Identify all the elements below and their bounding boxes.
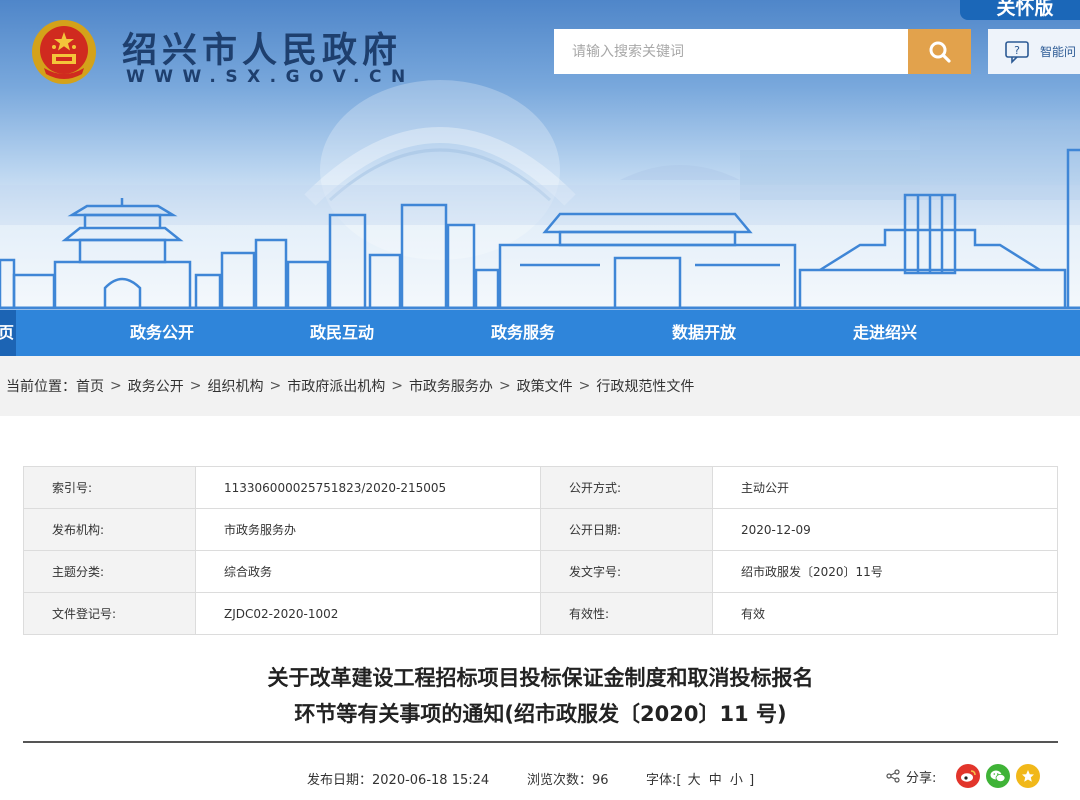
document-title-line-2: 环节等有关事项的通知(绍市政服发〔2020〕11 号) bbox=[294, 702, 787, 726]
index-number-value: 113306000025751823/2020-215005 bbox=[195, 466, 541, 509]
breadcrumb-separator: > bbox=[578, 378, 591, 394]
national-emblem bbox=[32, 20, 96, 84]
document-info-table: 索引号: 113306000025751823/2020-215005 公开方式… bbox=[23, 466, 1058, 635]
document-meta: 发布日期：2020-06-18 15:24 浏览次数：96 字体:[ 大 中 小… bbox=[0, 764, 1080, 790]
breadcrumb-separator: > bbox=[391, 378, 403, 394]
document-number-label: 发文字号: bbox=[540, 550, 713, 593]
nav-item-about-shaoxing[interactable]: 走进绍兴 bbox=[835, 310, 935, 356]
registration-number-value: ZJDC02-2020-1002 bbox=[195, 592, 541, 635]
view-count-label: 浏览次数： bbox=[527, 773, 593, 788]
registration-number-label: 文件登记号: bbox=[23, 592, 196, 635]
search-input[interactable] bbox=[554, 29, 908, 74]
star-icon bbox=[1022, 770, 1035, 782]
share-bar: 分享: bbox=[886, 764, 1041, 788]
disclosure-date-label: 公开日期: bbox=[540, 508, 713, 551]
font-size-medium[interactable]: 中 bbox=[709, 773, 722, 788]
view-count: 浏览次数：96 bbox=[527, 769, 609, 788]
share-icon bbox=[886, 769, 900, 783]
share-wechat-button[interactable] bbox=[986, 764, 1011, 788]
nav-item-open-data[interactable]: 数据开放 bbox=[654, 310, 754, 356]
svg-text:?: ? bbox=[1014, 44, 1020, 57]
publish-date-value: 2020-06-18 15:24 bbox=[372, 773, 490, 788]
nav-item-government-services[interactable]: 政务服务 bbox=[473, 310, 573, 356]
breadcrumb-separator: > bbox=[189, 378, 202, 394]
font-size-close: ] bbox=[749, 773, 755, 788]
document-title: 关于改革建设工程招标项目投标保证金制度和取消投标报名 环节等有关事项的通知(绍市… bbox=[23, 660, 1058, 732]
breadcrumb-separator: > bbox=[110, 378, 122, 394]
validity-value: 有效 bbox=[712, 592, 1058, 635]
breadcrumb-item-home[interactable]: 首页 bbox=[76, 376, 104, 396]
search-button[interactable] bbox=[908, 29, 971, 74]
share-label: 分享: bbox=[906, 770, 937, 786]
site-header: 绍兴市人民政府 WWW.SX.GOV.CN 关怀版 ? 智能问 bbox=[0, 0, 1080, 310]
topic-category-value: 综合政务 bbox=[195, 550, 541, 593]
wechat-icon bbox=[990, 770, 1006, 782]
font-size-label: 字体:[ bbox=[646, 773, 682, 788]
nav-item-home[interactable]: 页 bbox=[0, 310, 16, 356]
document-title-line-1: 关于改革建设工程招标项目投标保证金制度和取消投标报名 bbox=[267, 666, 814, 690]
view-count-value: 96 bbox=[592, 773, 609, 788]
site-title[interactable]: 绍兴市人民政府 bbox=[122, 22, 402, 73]
publisher-label: 发布机构: bbox=[23, 508, 196, 551]
breadcrumb-separator: > bbox=[498, 378, 511, 394]
index-number-label: 索引号: bbox=[23, 466, 196, 509]
nav-item-government-affairs[interactable]: 政务公开 bbox=[112, 310, 212, 356]
font-size-large[interactable]: 大 bbox=[688, 773, 701, 788]
chat-question-icon: ? bbox=[1005, 40, 1029, 64]
disclosure-method-label: 公开方式: bbox=[540, 466, 713, 509]
search-box bbox=[554, 29, 908, 74]
breadcrumb-item-normative-documents[interactable]: 行政规范性文件 bbox=[596, 376, 694, 396]
breadcrumb: 当前位置： 首页 > 政务公开 > 组织机构 > 市政府派出机构 > 市政务服务… bbox=[0, 356, 1080, 416]
care-mode-button[interactable]: 关怀版 bbox=[960, 0, 1080, 20]
breadcrumb-item-government-affairs[interactable]: 政务公开 bbox=[128, 376, 184, 396]
topic-category-label: 主题分类: bbox=[23, 550, 196, 593]
title-divider bbox=[23, 741, 1058, 743]
font-size-small[interactable]: 小 bbox=[730, 773, 743, 788]
document-number-value: 绍市政服发〔2020〕11号 bbox=[712, 550, 1058, 593]
table-row: 主题分类: 综合政务 发文字号: 绍市政服发〔2020〕11号 bbox=[23, 550, 1058, 593]
breadcrumb-item-service-office[interactable]: 市政务服务办 bbox=[409, 376, 493, 396]
site-domain: WWW.SX.GOV.CN bbox=[126, 67, 415, 87]
disclosure-method-value: 主动公开 bbox=[712, 466, 1058, 509]
weibo-icon bbox=[961, 770, 977, 782]
smart-qa-button[interactable]: ? 智能问 bbox=[988, 29, 1080, 74]
validity-label: 有效性: bbox=[540, 592, 713, 635]
breadcrumb-item-policy-documents[interactable]: 政策文件 bbox=[517, 376, 573, 396]
table-row: 文件登记号: ZJDC02-2020-1002 有效性: 有效 bbox=[23, 592, 1058, 635]
breadcrumb-item-dispatched-agencies[interactable]: 市政府派出机构 bbox=[287, 376, 385, 396]
smart-qa-label: 智能问 bbox=[1040, 45, 1077, 59]
publish-date-label: 发布日期： bbox=[307, 773, 373, 788]
breadcrumb-prefix: 当前位置： bbox=[6, 379, 76, 395]
share-weibo-button[interactable] bbox=[956, 764, 981, 788]
breadcrumb-item-organizations[interactable]: 组织机构 bbox=[207, 376, 263, 396]
table-row: 索引号: 113306000025751823/2020-215005 公开方式… bbox=[23, 466, 1058, 509]
search-icon bbox=[929, 41, 951, 63]
font-size-switcher: 字体:[ 大 中 小 ] bbox=[646, 769, 754, 788]
breadcrumb-separator: > bbox=[269, 378, 282, 394]
publisher-value: 市政务服务办 bbox=[195, 508, 541, 551]
publish-date: 发布日期：2020-06-18 15:24 bbox=[307, 769, 489, 788]
disclosure-date-value: 2020-12-09 bbox=[712, 508, 1058, 551]
nav-item-public-interaction[interactable]: 政民互动 bbox=[292, 310, 392, 356]
table-row: 发布机构: 市政务服务办 公开日期: 2020-12-09 bbox=[23, 508, 1058, 551]
main-nav: 页 政务公开 政民互动 政务服务 数据开放 走进绍兴 bbox=[0, 310, 1080, 356]
favorite-button[interactable] bbox=[1016, 764, 1041, 788]
